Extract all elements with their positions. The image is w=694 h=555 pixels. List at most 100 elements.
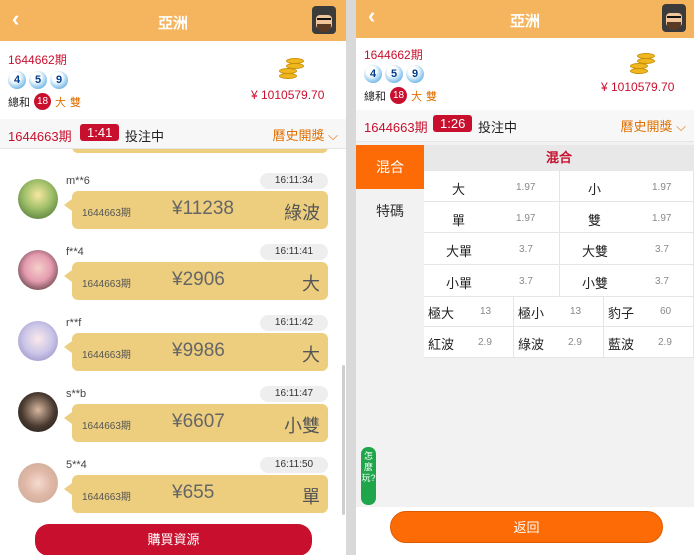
tab-mixed[interactable]: 混合 bbox=[356, 145, 424, 189]
list-item: r**f 16:11:42 1644663期 ¥9986 大 bbox=[0, 313, 346, 383]
history-link[interactable]: 曆史開獎 ⌵ bbox=[273, 125, 339, 144]
sum-row: 總和 18 大 雙 bbox=[8, 93, 81, 110]
list-item: f**4 16:11:41 1644663期 ¥2906 大 bbox=[0, 242, 346, 312]
bet-period: 1644663期 bbox=[82, 492, 131, 503]
list-item: 5**4 16:11:50 1644663期 ¥655 單 bbox=[0, 455, 346, 519]
option-odds: 3.7 bbox=[655, 276, 669, 287]
how-to-play-button[interactable]: 怎麼玩? bbox=[361, 447, 376, 505]
avatar bbox=[18, 463, 58, 503]
timestamp: 16:11:34 bbox=[260, 173, 328, 189]
bet-option-big-odd[interactable]: 大單 3.7 bbox=[424, 233, 560, 265]
last-draw-info: 1644662期 4 5 9 總和 18 大 雙 ¥ 1010579.70 bbox=[356, 38, 694, 110]
user-avatar-icon[interactable] bbox=[312, 6, 336, 34]
current-period-bar: 1644663期 1:41 投注中 曆史開獎 ⌵ bbox=[0, 119, 346, 149]
sum-label: 總和 bbox=[8, 96, 30, 109]
avatar bbox=[18, 250, 58, 290]
result-ball: 9 bbox=[406, 65, 424, 83]
bet-amount: ¥6607 bbox=[172, 411, 225, 432]
bet-amount: ¥2906 bbox=[172, 269, 225, 290]
sum-row: 總和 18 大 雙 bbox=[364, 87, 437, 104]
history-label: 曆史開獎 bbox=[272, 128, 325, 143]
option-odds: 3.7 bbox=[655, 244, 669, 255]
header-bar: ‹ 亞洲 bbox=[356, 0, 694, 38]
size-result: 大 bbox=[411, 90, 422, 103]
last-period: 1644662期 bbox=[364, 48, 423, 62]
option-label: 單 bbox=[452, 213, 466, 228]
bet-option-small-odd[interactable]: 小單 3.7 bbox=[424, 265, 560, 297]
sum-value: 18 bbox=[34, 93, 51, 110]
option-label: 紅波 bbox=[428, 337, 455, 352]
timestamp: 16:11:42 bbox=[260, 315, 328, 331]
user-avatar-icon[interactable] bbox=[662, 4, 686, 32]
bet-option-green-wave[interactable]: 綠波 2.9 bbox=[514, 327, 604, 358]
result-ball: 4 bbox=[8, 71, 26, 89]
section-title: 混合 bbox=[424, 145, 694, 171]
bet-bubble: 1644663期 ¥655 單 bbox=[64, 475, 328, 513]
bet-type: 大 bbox=[302, 274, 320, 294]
bottom-bar: 購買資源 bbox=[0, 519, 346, 555]
option-odds: 2.9 bbox=[568, 337, 582, 348]
bet-option-extreme-small[interactable]: 極小 13 bbox=[514, 297, 604, 327]
bet-option-small[interactable]: 小 1.97 bbox=[560, 171, 694, 202]
bet-chat-list[interactable]: m**6 16:11:34 1644663期 ¥11238 綠波 f**4 16… bbox=[0, 149, 346, 519]
option-odds: 2.9 bbox=[478, 337, 492, 348]
bet-option-even[interactable]: 雙 1.97 bbox=[560, 202, 694, 233]
timestamp: 16:11:41 bbox=[260, 244, 328, 260]
username: 5**4 bbox=[66, 459, 87, 471]
username: m**6 bbox=[66, 175, 90, 187]
option-odds: 2.9 bbox=[658, 337, 672, 348]
option-odds: 1.97 bbox=[516, 182, 536, 193]
option-odds: 3.7 bbox=[519, 244, 533, 255]
buy-button[interactable]: 購買資源 bbox=[35, 524, 312, 555]
result-balls: 4 5 9 bbox=[364, 65, 424, 83]
option-label: 大 bbox=[452, 182, 466, 197]
avatar bbox=[18, 392, 58, 432]
size-result: 大 bbox=[55, 96, 66, 109]
option-odds: 1.97 bbox=[516, 213, 536, 224]
bet-period: 1644663期 bbox=[82, 279, 131, 290]
bottom-bar: 返回 bbox=[356, 507, 694, 555]
history-link[interactable]: 曆史開獎 ⌵ bbox=[621, 116, 687, 135]
option-label: 綠波 bbox=[518, 337, 545, 352]
bet-bubble: 1644663期 ¥2906 大 bbox=[64, 262, 328, 300]
previous-bubble bbox=[72, 149, 328, 153]
bet-option-blue-wave[interactable]: 藍波 2.9 bbox=[604, 327, 694, 358]
scrollbar[interactable] bbox=[342, 365, 345, 515]
bet-period: 1644663期 bbox=[82, 421, 131, 432]
option-label: 豹子 bbox=[608, 306, 635, 321]
option-label: 極小 bbox=[518, 306, 545, 321]
coins-icon bbox=[628, 52, 656, 76]
bet-option-triple[interactable]: 豹子 60 bbox=[604, 297, 694, 327]
countdown-timer: 1:26 bbox=[433, 115, 473, 132]
result-ball: 4 bbox=[364, 65, 382, 83]
bet-amount: ¥11238 bbox=[172, 198, 234, 219]
result-balls: 4 5 9 bbox=[8, 71, 68, 89]
bet-option-small-even[interactable]: 小雙 3.7 bbox=[560, 265, 694, 297]
option-odds: 1.97 bbox=[652, 213, 672, 224]
bet-option-red-wave[interactable]: 紅波 2.9 bbox=[424, 327, 514, 358]
balance: ¥ 1010579.70 bbox=[251, 88, 325, 102]
tab-special[interactable]: 特碼 bbox=[356, 189, 424, 233]
option-label: 大雙 bbox=[582, 244, 609, 259]
option-label: 小 bbox=[588, 182, 602, 197]
bet-period: 1644663期 bbox=[82, 350, 131, 361]
option-odds: 13 bbox=[480, 306, 492, 317]
bet-option-big-even[interactable]: 大雙 3.7 bbox=[560, 233, 694, 265]
list-item: s**b 16:11:47 1644663期 ¥6607 小雙 bbox=[0, 384, 346, 454]
bet-options-grid: 混合 大 1.97 小 1.97 單 1.97 雙 1.97 大單 3.7 大雙 3.7 小… bbox=[424, 145, 694, 358]
page-title: 亞洲 bbox=[157, 15, 188, 32]
bet-option-big[interactable]: 大 1.97 bbox=[424, 171, 560, 202]
result-ball: 5 bbox=[29, 71, 47, 89]
sum-value: 18 bbox=[390, 87, 407, 104]
bet-option-odd[interactable]: 單 1.97 bbox=[424, 202, 560, 233]
sum-label: 總和 bbox=[364, 90, 386, 103]
current-period: 1644663期 bbox=[364, 120, 428, 135]
header-bar: ‹ 亞洲 bbox=[0, 0, 346, 41]
back-button[interactable]: 返回 bbox=[390, 511, 663, 543]
option-label: 小單 bbox=[446, 276, 473, 291]
timestamp: 16:11:50 bbox=[260, 457, 328, 473]
bet-option-extreme-big[interactable]: 極大 13 bbox=[424, 297, 514, 327]
bet-type: 小雙 bbox=[284, 416, 320, 436]
option-label: 小雙 bbox=[582, 276, 609, 291]
page-title: 亞洲 bbox=[509, 13, 540, 30]
